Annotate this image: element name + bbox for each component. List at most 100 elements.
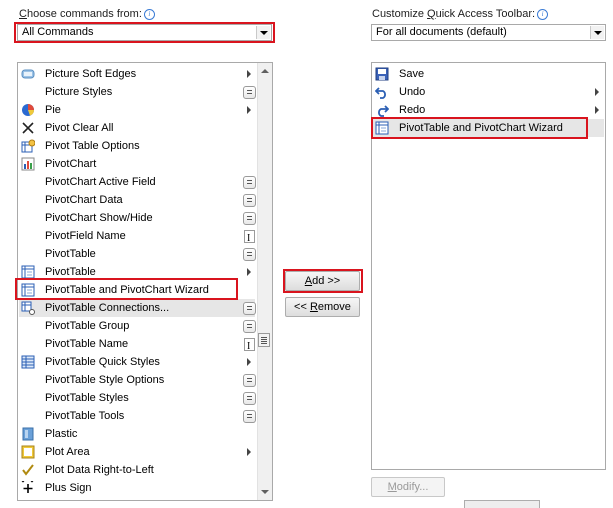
command-item-undo[interactable]: Undo <box>373 83 604 101</box>
command-item-label: PivotChart Active Field <box>45 176 156 188</box>
customize-toolbar-combobox[interactable]: For all documents (default) <box>371 24 606 41</box>
submenu-arrow-icon <box>595 88 599 96</box>
gallery-dropdown-icon <box>243 320 256 333</box>
submenu-arrow-icon <box>247 106 251 114</box>
commands-listbox[interactable]: Picture Soft Edges Picture Styles Pie Pivot… <box>17 62 273 501</box>
pivot-connections-icon <box>21 301 35 315</box>
command-item-label: PivotTable and PivotChart Wizard <box>45 284 209 296</box>
customize-toolbar-label: Customize Quick Access Toolbar: i <box>372 8 549 20</box>
command-item-label: Plot Area <box>45 446 90 458</box>
commands-scrollbar[interactable] <box>257 63 272 500</box>
pivot-wizard-icon <box>21 283 35 297</box>
pivot-wizard-icon <box>375 121 389 135</box>
command-item-picture-styles[interactable]: Picture Styles <box>19 83 256 101</box>
choose-commands-label: Choose commands from: i <box>19 8 155 20</box>
info-icon: i <box>537 9 549 20</box>
plot-area-icon <box>21 445 35 459</box>
command-item-label: PivotTable and PivotChart Wizard <box>399 122 563 134</box>
command-item-label: PivotTable Styles <box>45 392 129 404</box>
command-item-label: PivotTable Name <box>45 338 129 350</box>
command-item-plot-area[interactable]: Plot Area <box>19 443 255 461</box>
modify-button[interactable]: Modify... <box>371 477 445 497</box>
choose-commands-value: All Commands <box>22 26 94 38</box>
command-item-plot-data-right-to-left[interactable]: Plot Data Right-to-Left <box>19 461 255 479</box>
pivotchart-icon <box>21 157 35 171</box>
command-item-label: Picture Styles <box>45 86 113 98</box>
gallery-dropdown-icon <box>243 410 256 423</box>
command-item-pivotchart-active-field[interactable]: PivotChart Active Field <box>19 173 256 191</box>
command-item-label: PivotTable Group <box>45 320 130 332</box>
command-item-label: Plastic <box>45 428 78 440</box>
command-item-plus-sign[interactable]: Plus Sign <box>19 479 255 497</box>
pie-chart-icon <box>21 103 35 117</box>
command-item-label: Redo <box>399 104 426 116</box>
gallery-dropdown-icon <box>243 212 256 225</box>
command-item-label: PivotChart Show/Hide <box>45 212 153 224</box>
command-item-pivottable-name[interactable]: PivotTable Name <box>19 335 255 356</box>
command-item-label: Pie <box>45 104 61 116</box>
command-item-picture-soft-edges[interactable]: Picture Soft Edges <box>19 65 255 83</box>
command-item-label: Undo <box>399 86 426 98</box>
remove-button[interactable]: << Remove <box>285 297 360 317</box>
reorder-grip-icon[interactable] <box>258 333 270 347</box>
choose-commands-combobox[interactable]: All Commands <box>17 24 272 41</box>
command-item-pivottable[interactable]: PivotTable <box>19 245 256 263</box>
submenu-arrow-icon <box>247 268 251 276</box>
command-item-pivotchart-show-hide[interactable]: PivotChart Show/Hide <box>19 209 256 227</box>
command-item-label: PivotTable Style Options <box>45 374 165 386</box>
command-item-pivottable-and-pivotchart-wizard[interactable]: PivotTable and PivotChart Wizard <box>373 119 604 137</box>
quick-styles-icon <box>21 355 35 369</box>
dropdown-arrow-icon[interactable] <box>256 26 270 39</box>
command-item-pivottable-group[interactable]: PivotTable Group <box>19 317 256 335</box>
add-button[interactable]: Add >> <box>285 271 360 291</box>
command-item-pivottable-quick-styles[interactable]: PivotTable Quick Styles <box>19 353 255 371</box>
scroll-down-icon[interactable] <box>261 490 269 494</box>
submenu-arrow-icon <box>595 106 599 114</box>
gallery-dropdown-icon <box>243 194 256 207</box>
command-item-pivotchart-data[interactable]: PivotChart Data <box>19 191 256 209</box>
save-icon <box>375 67 389 81</box>
info-icon: i <box>143 9 155 20</box>
toolbar-items-listbox[interactable]: Save Undo Redo PivotTable and PivotChart Wi… <box>371 62 606 470</box>
command-item-pivottable[interactable]: PivotTable <box>19 263 255 281</box>
text-field-icon <box>244 230 255 248</box>
customize-toolbar-value: For all documents (default) <box>376 26 507 38</box>
command-item-label: PivotTable <box>45 266 96 278</box>
command-item-pivottable-style-options[interactable]: PivotTable Style Options <box>19 371 256 389</box>
command-item-label: Plus Sign <box>45 482 92 494</box>
command-item-label: PivotTable Connections... <box>45 302 170 314</box>
command-item-pivotchart[interactable]: PivotChart <box>19 155 255 173</box>
submenu-arrow-icon <box>247 448 251 456</box>
redo-icon <box>375 103 390 117</box>
command-item-save[interactable]: Save <box>373 65 604 83</box>
command-item-label: PivotTable <box>45 248 96 260</box>
scroll-up-icon[interactable] <box>261 69 269 73</box>
command-item-label: Plot Data Right-to-Left <box>45 464 154 476</box>
gallery-dropdown-icon <box>243 176 256 189</box>
command-item-redo[interactable]: Redo <box>373 101 604 119</box>
gallery-dropdown-icon <box>243 86 256 99</box>
plastic-icon <box>21 427 35 441</box>
command-item-pivottable-styles[interactable]: PivotTable Styles <box>19 389 256 407</box>
command-item-label: PivotTable Quick Styles <box>45 356 160 368</box>
submenu-arrow-icon <box>247 70 251 78</box>
clear-x-icon <box>21 121 35 135</box>
text-field-icon <box>244 338 255 356</box>
command-item-label: PivotChart Data <box>45 194 123 206</box>
command-item-label: Pivot Clear All <box>45 122 114 134</box>
command-item-pivotfield-name[interactable]: PivotField Name <box>19 227 255 248</box>
command-item-label: Pivot Table Options <box>45 140 140 152</box>
command-item-pivottable-connections[interactable]: PivotTable Connections... <box>19 299 256 317</box>
command-item-pie[interactable]: Pie <box>19 101 255 119</box>
dropdown-arrow-icon[interactable] <box>590 26 604 39</box>
command-item-pivottable-and-pivotchart-wizard[interactable]: PivotTable and PivotChart Wizard <box>19 281 255 299</box>
command-item-label: Save <box>399 68 425 80</box>
command-item-pivot-clear-all[interactable]: Pivot Clear All <box>19 119 255 137</box>
command-item-plastic[interactable]: Plastic <box>19 425 255 443</box>
command-item-pivottable-tools[interactable]: PivotTable Tools <box>19 407 256 425</box>
gallery-dropdown-icon <box>243 392 256 405</box>
command-item-pivot-table-options[interactable]: Pivot Table Options <box>19 137 255 155</box>
command-item-label: PivotTable Tools <box>45 410 125 422</box>
pivot-options-icon <box>21 139 36 153</box>
command-item-label: Picture Soft Edges <box>45 68 137 80</box>
